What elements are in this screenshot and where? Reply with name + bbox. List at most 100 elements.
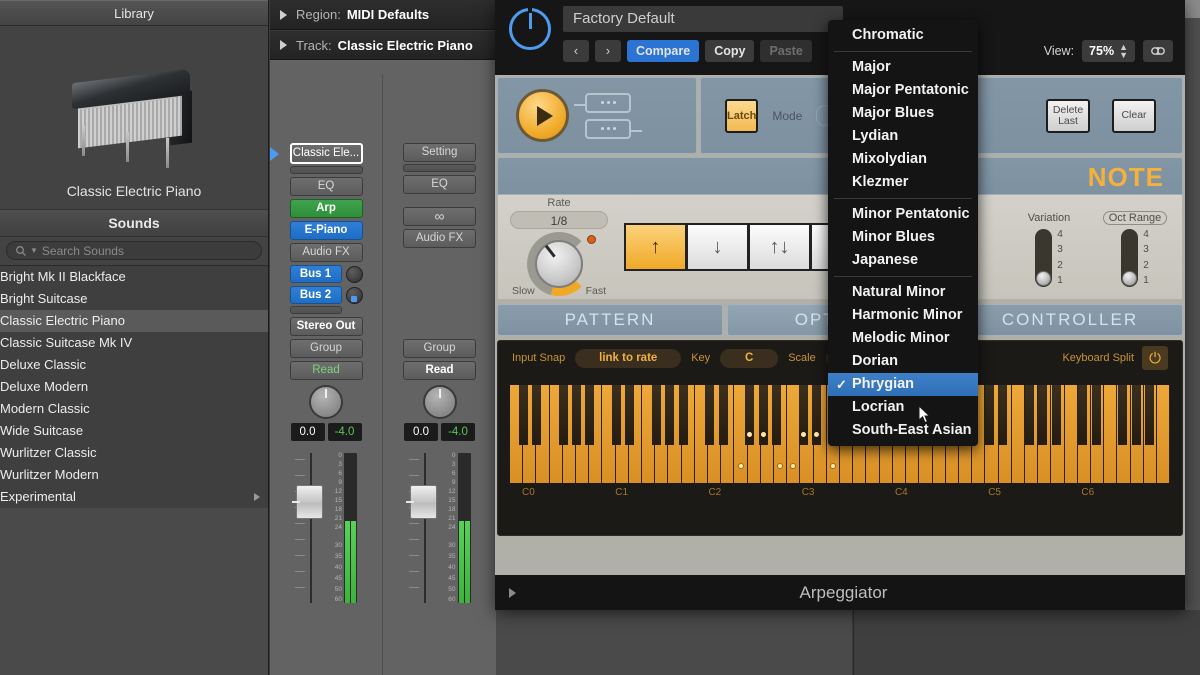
direction-up-down-button[interactable]: ↑↓: [748, 223, 810, 271]
eq-button[interactable]: EQ: [289, 177, 363, 196]
menu-item-melodic-minor[interactable]: Melodic Minor: [828, 327, 978, 350]
piano-black-key[interactable]: [1118, 385, 1128, 445]
piano-black-key[interactable]: [572, 385, 582, 445]
volume-fader-2[interactable]: [405, 453, 441, 603]
piano-black-key[interactable]: [758, 385, 768, 445]
piano-black-key[interactable]: [718, 385, 728, 445]
library-list-item[interactable]: Wurlitzer Modern: [0, 464, 268, 486]
library-list-item[interactable]: Bright Suitcase: [0, 288, 268, 310]
fader-handle-2[interactable]: [405, 485, 437, 519]
fader-handle[interactable]: [292, 485, 323, 519]
piano-black-key[interactable]: [771, 385, 781, 445]
piano-black-key[interactable]: [998, 385, 1008, 445]
send-bus-1-button[interactable]: Bus 1: [289, 265, 342, 283]
piano-black-key[interactable]: [678, 385, 688, 445]
piano-white-key[interactable]: [1011, 385, 1025, 483]
automation-mode-button-2[interactable]: Read: [403, 361, 476, 380]
menu-item-chromatic[interactable]: Chromatic: [828, 24, 978, 47]
group-button[interactable]: Group: [289, 339, 363, 358]
piano-black-key[interactable]: [652, 385, 662, 445]
view-zoom-stepper[interactable]: 75% ▲ ▼: [1082, 40, 1135, 62]
piano-black-key[interactable]: [745, 385, 755, 445]
piano-black-key[interactable]: [1144, 385, 1154, 445]
piano-black-key[interactable]: [1078, 385, 1088, 445]
group-button-2[interactable]: Group: [403, 339, 476, 358]
direction-up-button[interactable]: ↑: [624, 223, 686, 271]
menu-item-japanese[interactable]: Japanese: [828, 249, 978, 272]
piano-black-key[interactable]: [705, 385, 715, 445]
piano-black-key[interactable]: [811, 385, 821, 445]
menu-item-lydian[interactable]: Lydian: [828, 125, 978, 148]
menu-item-south-east-asian[interactable]: South-East Asian: [828, 419, 978, 442]
instrument-slot-button[interactable]: E-Piano: [289, 221, 363, 240]
variation-slider-thumb[interactable]: [1036, 270, 1052, 286]
copy-button[interactable]: Copy: [705, 40, 755, 62]
rate-knob[interactable]: [524, 231, 596, 296]
midi-fx-arp-button[interactable]: Arp: [289, 199, 363, 218]
piano-black-key[interactable]: [518, 385, 528, 445]
previous-preset-button[interactable]: ‹: [563, 40, 589, 62]
send-2-knob[interactable]: [345, 286, 363, 304]
library-list-item[interactable]: Experimental: [0, 486, 268, 508]
key-value[interactable]: C: [720, 348, 779, 368]
audio-fx-button-2[interactable]: Audio FX: [403, 229, 476, 248]
piano-white-key[interactable]: [1156, 385, 1171, 483]
menu-item-major-pentatonic[interactable]: Major Pentatonic: [828, 79, 978, 102]
menu-item-harmonic-minor[interactable]: Harmonic Minor: [828, 304, 978, 327]
output-button[interactable]: Stereo Out: [289, 317, 363, 336]
menu-item-mixolydian[interactable]: Mixolydian: [828, 148, 978, 171]
direction-down-button[interactable]: ↓: [686, 223, 748, 271]
setting-button[interactable]: Setting: [403, 143, 476, 162]
menu-item-major-blues[interactable]: Major Blues: [828, 102, 978, 125]
audio-fx-button[interactable]: Audio FX: [289, 243, 363, 262]
variation-slider[interactable]: [1035, 228, 1053, 287]
piano-black-key[interactable]: [1051, 385, 1061, 445]
piano-black-key[interactable]: [612, 385, 622, 445]
piano-white-key[interactable]: [1064, 385, 1078, 483]
automation-mode-button[interactable]: Read: [289, 361, 363, 380]
search-input[interactable]: ▼ Search Sounds: [6, 241, 262, 260]
send-1-knob[interactable]: [345, 265, 363, 283]
menu-item-minor-pentatonic[interactable]: Minor Pentatonic: [828, 203, 978, 226]
pan-value-2[interactable]: 0.0: [404, 423, 438, 441]
pan-knob[interactable]: [309, 385, 343, 419]
volume-value[interactable]: -4.0: [327, 423, 362, 441]
tab-pattern[interactable]: PATTERN: [497, 304, 723, 336]
library-list-item[interactable]: Classic Suitcase Mk IV: [0, 332, 268, 354]
piano-black-key[interactable]: [585, 385, 595, 445]
library-list-item[interactable]: Deluxe Modern: [0, 376, 268, 398]
eq-button-2[interactable]: EQ: [403, 175, 476, 194]
midi-out-icon[interactable]: [585, 118, 642, 139]
oct-range-slider[interactable]: [1121, 228, 1139, 287]
menu-item-klezmer[interactable]: Klezmer: [828, 171, 978, 194]
library-list-item[interactable]: Wide Suitcase: [0, 420, 268, 442]
menu-item-minor-blues[interactable]: Minor Blues: [828, 226, 978, 249]
piano-black-key[interactable]: [985, 385, 995, 445]
latch-button[interactable]: Latch: [725, 98, 759, 133]
arp-play-button[interactable]: [516, 89, 569, 142]
menu-item-locrian[interactable]: Locrian: [828, 396, 978, 419]
clear-button[interactable]: Clear: [1112, 98, 1156, 133]
plugin-power-button[interactable]: [509, 8, 551, 50]
volume-fader[interactable]: [292, 453, 327, 603]
menu-item-dorian[interactable]: Dorian: [828, 350, 978, 373]
piano-black-key[interactable]: [1091, 385, 1101, 445]
track-inspector-bar[interactable]: Track: Classic Electric Piano: [270, 30, 496, 60]
piano-black-key[interactable]: [1131, 385, 1141, 445]
pan-knob-2[interactable]: [422, 385, 457, 419]
region-inspector-bar[interactable]: Region: MIDI Defaults: [270, 0, 496, 30]
menu-item-major[interactable]: Major: [828, 56, 978, 79]
piano-black-key[interactable]: [798, 385, 808, 445]
piano-white-key[interactable]: [1104, 385, 1118, 483]
piano-black-key[interactable]: [665, 385, 675, 445]
instrument-slot-button-2[interactable]: ∞: [403, 207, 476, 226]
paste-button[interactable]: Paste: [760, 40, 812, 62]
setting-slot-2[interactable]: [403, 164, 476, 172]
piano-black-key[interactable]: [625, 385, 635, 445]
channel-name-button[interactable]: Classic Ele...: [289, 143, 363, 164]
piano-black-key[interactable]: [1024, 385, 1034, 445]
piano-black-key[interactable]: [1038, 385, 1048, 445]
midi-in-icon[interactable]: [574, 92, 631, 113]
piano-black-key[interactable]: [532, 385, 542, 445]
channel-setting-slot[interactable]: [289, 166, 363, 174]
